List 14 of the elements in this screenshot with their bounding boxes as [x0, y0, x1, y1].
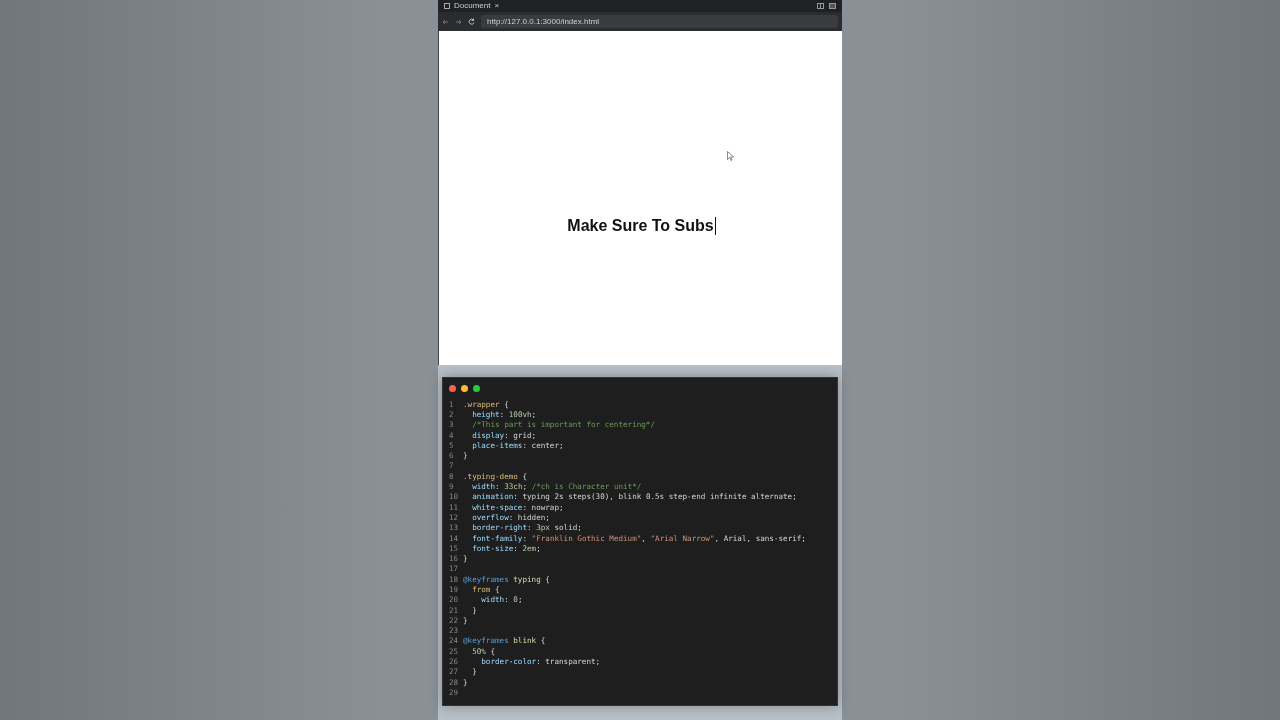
forward-icon[interactable] — [455, 18, 462, 25]
back-icon[interactable] — [442, 18, 449, 25]
tab-title[interactable]: Document — [454, 1, 491, 11]
split-view-icon[interactable] — [817, 3, 824, 9]
maximize-dot-icon — [473, 385, 480, 392]
address-field[interactable]: http://127.0.0.1:3000/index.html — [481, 15, 838, 28]
minimize-dot-icon — [461, 385, 468, 392]
tab-close[interactable]: × — [494, 1, 500, 11]
typing-heading: Make Sure To Subs — [567, 217, 716, 235]
close-dot-icon — [449, 385, 456, 392]
window-icon[interactable] — [829, 3, 836, 9]
reload-icon[interactable] — [468, 18, 475, 25]
document-icon — [444, 3, 450, 9]
mouse-pointer-icon — [727, 151, 734, 161]
